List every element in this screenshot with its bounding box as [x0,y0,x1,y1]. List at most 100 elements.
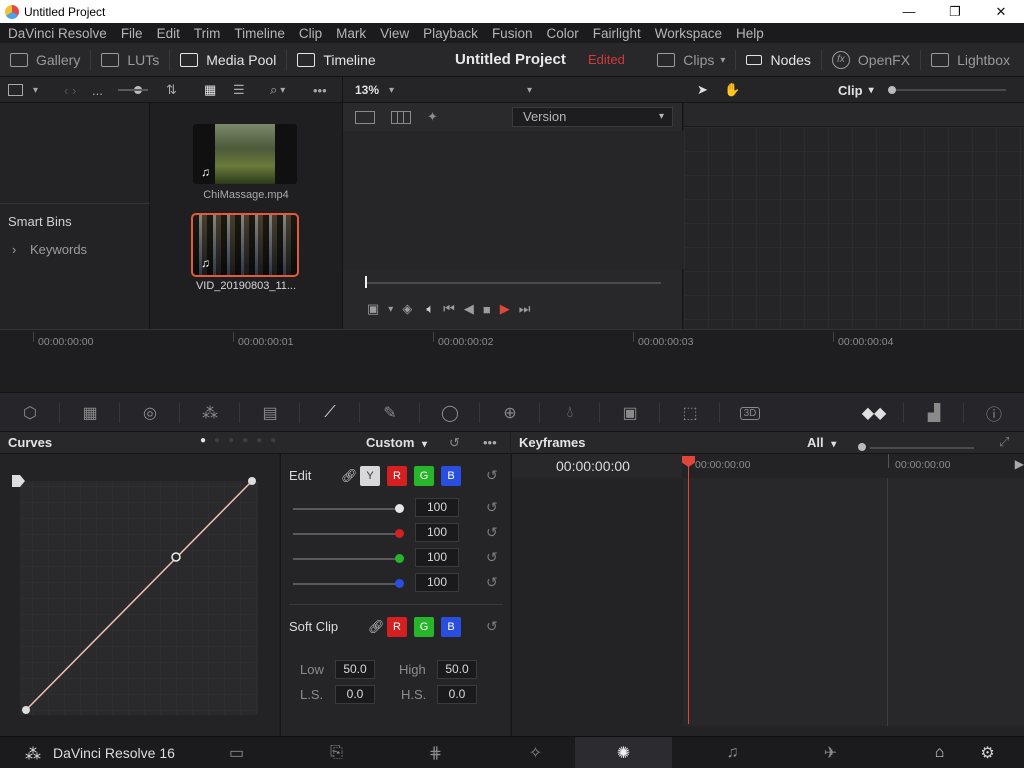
key-tool[interactable]: ▣ [600,393,660,433]
intensity-slider-track[interactable] [293,533,403,535]
curve-graph[interactable] [0,454,279,736]
motion-effects-tool[interactable]: ▤ [240,393,300,433]
chevron-right-icon[interactable]: ▶ [1015,457,1024,471]
channel-y-button[interactable]: Y [360,466,380,486]
menu-workspace[interactable]: Workspace [655,26,722,41]
minimize-button[interactable]: — [886,0,932,23]
menu-color[interactable]: Color [546,26,578,41]
split-screen-icon[interactable] [355,110,375,124]
search-button[interactable]: ⌕ ▾ [270,77,285,103]
layers-icon[interactable]: ◈ [402,301,412,317]
viewer-options-chevron[interactable]: ▾ [527,85,532,96]
intensity-b-value[interactable]: 100 [415,573,459,592]
curves-tool[interactable]: ⟋ [300,393,360,433]
thumbnail-view-button[interactable]: ▦ [204,77,216,103]
scrub-bar[interactable] [365,282,661,284]
color-match-tool[interactable]: ▦ [60,393,120,433]
lightbox-button[interactable]: Lightbox [921,43,1024,77]
reset-icon[interactable]: ↺ [486,524,498,541]
clip-mode-dropdown[interactable]: Clip ▾ [838,77,874,103]
reset-icon[interactable]: ↺ [486,499,498,516]
intensity-g-value[interactable]: 100 [415,548,459,567]
high-value[interactable]: 50.0 [437,660,477,679]
window-tool[interactable]: ◯ [420,393,480,433]
mini-timeline[interactable]: 00:00:00:00 00:00:00:01 00:00:00:02 00:0… [0,329,1024,392]
slider-knob[interactable] [858,443,866,451]
channel-b-button[interactable]: B [441,466,461,486]
softclip-b-button[interactable]: B [441,617,461,637]
more-dots-icon[interactable]: ••• [483,435,497,450]
curve-point-mid[interactable] [171,552,181,562]
maximize-button[interactable]: ❐ [932,0,978,23]
info-tool[interactable]: ⓘ [964,393,1024,433]
sort-button[interactable]: ⇅ [166,77,177,103]
intensity-slider-track[interactable] [293,508,403,510]
curve-point-white[interactable] [248,477,256,485]
magic-wand-icon[interactable]: ✦ [427,109,438,125]
sidebar-toggle[interactable]: ▾ [8,77,38,103]
camera-raw-tool[interactable]: ⬡ [0,393,60,433]
edit-page-button[interactable]: ⋕ [387,737,484,768]
hand-tool[interactable]: ✋ [724,77,740,103]
media-pool-button[interactable]: Media Pool [170,43,286,77]
reset-icon[interactable]: ↺ [486,549,498,566]
clip-thumbnail[interactable]: ♫ ChiMassage.mp4 [193,124,299,201]
intensity-slider-knob[interactable] [395,579,404,588]
menu-help[interactable]: Help [736,26,764,41]
intensity-slider-knob[interactable] [395,529,404,538]
qualifier-tool[interactable]: ✎ [360,393,420,433]
rgb-mixer-tool[interactable]: ⁂ [180,393,240,433]
intensity-slider-knob[interactable] [395,554,404,563]
fairlight-page-button[interactable]: ♫ [684,737,781,768]
softclip-r-button[interactable]: R [387,617,407,637]
play-reverse-icon[interactable]: ◀ [464,301,474,317]
menu-davinci-resolve[interactable]: DaVinci Resolve [8,26,107,41]
blur-tool[interactable]: 💧︎ [540,393,600,433]
deliver-page-button[interactable]: ✈ [782,737,879,768]
pointer-tool[interactable]: ➤ [697,77,708,103]
menu-timeline[interactable]: Timeline [234,26,285,41]
reset-icon[interactable]: ↺ [486,574,498,591]
settings-button[interactable]: ⚙ [951,737,1024,768]
gallery-button[interactable]: Gallery [0,43,90,77]
curve-mode-dropdown[interactable]: Custom ▾ [366,435,427,450]
fusion-page-button[interactable]: ✧ [487,737,584,768]
menu-file[interactable]: File [121,26,143,41]
intensity-r-value[interactable]: 100 [415,523,459,542]
hs-value[interactable]: 0.0 [437,685,477,704]
grid-icon[interactable] [391,110,411,124]
clips-button[interactable]: Clips ▾ [647,43,735,77]
menu-fusion[interactable]: Fusion [492,26,533,41]
expand-icon[interactable]: ⤢ [999,434,1009,450]
timeline-button[interactable]: Timeline [287,43,385,77]
keyframe-filter-dropdown[interactable]: All ▾ [807,435,836,450]
zoom-level[interactable]: 13% [355,83,379,97]
intensity-y-value[interactable]: 100 [415,498,459,517]
node-zoom-slider[interactable] [888,77,1006,103]
clip-thumbnail-selected[interactable]: ♫ VID_20190803_11... [191,213,299,292]
link-icon[interactable]: 🔗︎ [341,468,358,484]
close-button[interactable]: ✕ [978,0,1024,23]
version-dropdown[interactable]: Version ▾ [512,107,673,127]
menu-playback[interactable]: Playback [423,26,478,41]
node-graph-canvas[interactable] [684,127,1024,329]
nodes-button[interactable]: Nodes [736,43,820,77]
nav-back-forward[interactable]: ‹ › [64,77,76,103]
keyframe-ruler[interactable]: 00:00:00:00 00:00:00:00 ▶ [683,454,1024,478]
ls-value[interactable]: 0.0 [335,685,375,704]
cut-page-button[interactable]: ⎘ [288,737,385,768]
viewer-mode-icon[interactable]: ▣ [367,301,379,317]
channel-r-button[interactable]: R [387,466,407,486]
keyframe-zoom-slider[interactable] [858,439,974,454]
link-icon[interactable]: 🔗︎ [368,619,385,635]
skip-start-icon[interactable]: ⏮︎ [443,301,455,317]
menu-clip[interactable]: Clip [299,26,322,41]
curve-mode-dots[interactable]: ●●●●●● [200,435,284,446]
playhead-line[interactable] [688,458,689,724]
curve-point-black[interactable] [22,706,30,714]
media-page-button[interactable]: ▭ [188,737,285,768]
play-icon[interactable]: ▶ [500,301,510,317]
sidebar-item-keywords[interactable]: › Keywords [12,242,87,257]
skip-end-icon[interactable]: ⏭︎ [519,301,531,317]
sizing-tool[interactable]: ⬚ [660,393,720,433]
